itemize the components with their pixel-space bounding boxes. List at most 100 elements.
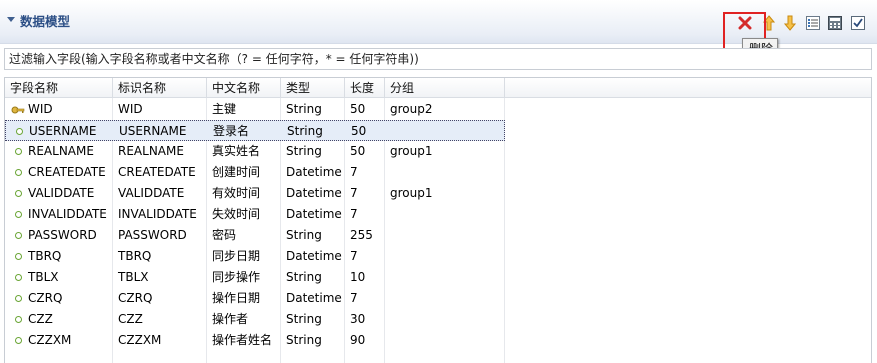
cell-field-name: INVALIDDATE bbox=[28, 207, 107, 221]
cell-length: 10 bbox=[350, 270, 366, 284]
column-header-chinese-name[interactable]: 中文名称 bbox=[207, 78, 281, 98]
cell-ident-name: VALIDDATE bbox=[118, 186, 185, 200]
column-header-field-name[interactable]: 字段名称 bbox=[5, 78, 113, 98]
table-row[interactable]: TBLX TBLX 同步操作 String 10 bbox=[5, 267, 505, 288]
cell-group bbox=[385, 162, 390, 183]
cell-field-name: PASSWORD bbox=[28, 228, 97, 242]
cell-field-name: TBRQ bbox=[28, 249, 62, 263]
cell-chinese-name: 失效时间 bbox=[212, 207, 261, 221]
cell-ident-name: TBRQ bbox=[118, 249, 152, 263]
cell-ident-name: CZZ bbox=[118, 312, 143, 326]
table-row[interactable]: CZZ CZZ 操作者 String 30 bbox=[5, 309, 505, 330]
cell-field-name: USERNAME bbox=[29, 124, 97, 138]
table-row[interactable]: CZRQ CZRQ 操作日期 Datetime 7 bbox=[5, 288, 505, 309]
table-row[interactable]: REALNAME REALNAME 真实姓名 String 50 group1 bbox=[5, 141, 505, 162]
cell-length: 7 bbox=[350, 291, 358, 305]
cell-field-name: VALIDDATE bbox=[28, 186, 95, 200]
cell-group bbox=[385, 267, 390, 288]
cell-group bbox=[385, 330, 390, 351]
table-row[interactable]: CREATEDATE CREATEDATE 创建时间 Datetime 7 bbox=[5, 162, 505, 183]
fields-table: 字段名称 标识名称 中文名称 类型 长度 分组 WID WID 主键 String 50… bbox=[4, 77, 872, 363]
cell-field-name: TBLX bbox=[28, 270, 59, 284]
cell-chinese-name: 操作者姓名 bbox=[212, 333, 273, 347]
column-header-group[interactable]: 分组 bbox=[385, 78, 505, 98]
cell-chinese-name: 同步操作 bbox=[212, 270, 261, 284]
cell-chinese-name: 主键 bbox=[212, 102, 237, 116]
cell-type: String bbox=[286, 270, 322, 284]
cell-ident-name: CZRQ bbox=[118, 291, 153, 305]
cell-ident-name: INVALIDDATE bbox=[118, 207, 197, 221]
cell-length: 90 bbox=[350, 333, 366, 347]
cell-group: group2 bbox=[390, 102, 433, 116]
column-header-length[interactable]: 长度 bbox=[345, 78, 385, 98]
cell-type: Datetime bbox=[286, 165, 342, 179]
collapse-toggle-icon[interactable] bbox=[7, 17, 15, 22]
filter-input[interactable]: 过滤输入字段(输入字段名称或者中文名称（? = 任何字符，* = 任何字符串)) bbox=[4, 48, 872, 70]
list-button[interactable] bbox=[804, 14, 822, 32]
cell-type: String bbox=[287, 124, 323, 138]
cell-ident-name: REALNAME bbox=[118, 144, 184, 158]
calculator-icon bbox=[828, 16, 842, 30]
cell-chinese-name: 有效时间 bbox=[212, 186, 261, 200]
cell-group bbox=[386, 121, 391, 142]
cell-type: String bbox=[286, 312, 322, 326]
cell-length: 7 bbox=[350, 186, 358, 200]
cell-length: 30 bbox=[350, 312, 366, 326]
cell-length: 7 bbox=[350, 165, 358, 179]
cell-group bbox=[385, 288, 390, 309]
cell-chinese-name: 操作日期 bbox=[212, 291, 261, 305]
table-row[interactable]: TBRQ TBRQ 同步日期 Datetime 7 bbox=[5, 246, 505, 267]
calculator-button[interactable] bbox=[826, 14, 844, 32]
cell-type: Datetime bbox=[286, 249, 342, 263]
cell-group: group1 bbox=[390, 144, 433, 158]
arrow-down-icon bbox=[784, 15, 796, 31]
checkbox-icon bbox=[851, 16, 865, 30]
table-header: 字段名称 标识名称 中文名称 类型 长度 分组 bbox=[5, 78, 871, 98]
cell-length: 7 bbox=[350, 249, 358, 263]
cell-type: Datetime bbox=[286, 291, 342, 305]
cell-length: 7 bbox=[350, 207, 358, 221]
table-row[interactable]: WID WID 主键 String 50 group2 bbox=[5, 99, 505, 120]
check-button[interactable] bbox=[849, 14, 867, 32]
cell-ident-name: USERNAME bbox=[119, 124, 187, 138]
cell-type: String bbox=[286, 102, 322, 116]
table-row[interactable]: PASSWORD PASSWORD 密码 String 255 bbox=[5, 225, 505, 246]
column-header-type[interactable]: 类型 bbox=[281, 78, 345, 98]
list-icon bbox=[806, 16, 820, 30]
cell-chinese-name: 操作者 bbox=[212, 312, 249, 326]
table-row[interactable]: USERNAME USERNAME 登录名 String 50 bbox=[5, 120, 505, 141]
cell-length: 50 bbox=[350, 144, 366, 158]
cell-field-name: WID bbox=[28, 102, 53, 116]
cell-type: String bbox=[286, 333, 322, 347]
cell-chinese-name: 密码 bbox=[212, 228, 237, 242]
cell-group bbox=[385, 246, 390, 267]
cell-type: String bbox=[286, 144, 322, 158]
cell-ident-name: WID bbox=[118, 102, 143, 116]
section-title[interactable]: 数据模型 bbox=[20, 11, 70, 30]
cell-length: 255 bbox=[350, 228, 373, 242]
table-row[interactable]: INVALIDDATE INVALIDDATE 失效时间 Datetime 7 bbox=[5, 204, 505, 225]
cell-field-name: CREATEDATE bbox=[28, 165, 106, 179]
cell-chinese-name: 创建时间 bbox=[212, 165, 261, 179]
cell-ident-name: PASSWORD bbox=[118, 228, 187, 242]
cell-group: group1 bbox=[390, 186, 433, 200]
table-row[interactable]: CZZXM CZZXM 操作者姓名 String 90 bbox=[5, 330, 505, 351]
cell-field-name: CZZXM bbox=[28, 333, 72, 347]
cell-length: 50 bbox=[350, 102, 366, 116]
cell-field-name: CZZ bbox=[28, 312, 53, 326]
column-header-ident-name[interactable]: 标识名称 bbox=[113, 78, 207, 98]
cell-chinese-name: 同步日期 bbox=[212, 249, 261, 263]
move-down-button[interactable] bbox=[781, 14, 799, 32]
cell-ident-name: CZZXM bbox=[118, 333, 162, 347]
table-row[interactable]: VALIDDATE VALIDDATE 有效时间 Datetime 7 group1 bbox=[5, 183, 505, 204]
cell-type: Datetime bbox=[286, 186, 342, 200]
cell-field-name: CZRQ bbox=[28, 291, 63, 305]
cell-length: 50 bbox=[351, 124, 367, 138]
cell-chinese-name: 真实姓名 bbox=[212, 144, 261, 158]
cell-group bbox=[385, 204, 390, 225]
cell-group bbox=[385, 225, 390, 246]
cell-type: Datetime bbox=[286, 207, 342, 221]
cell-ident-name: TBLX bbox=[118, 270, 149, 284]
cell-ident-name: CREATEDATE bbox=[118, 165, 196, 179]
cell-field-name: REALNAME bbox=[28, 144, 94, 158]
